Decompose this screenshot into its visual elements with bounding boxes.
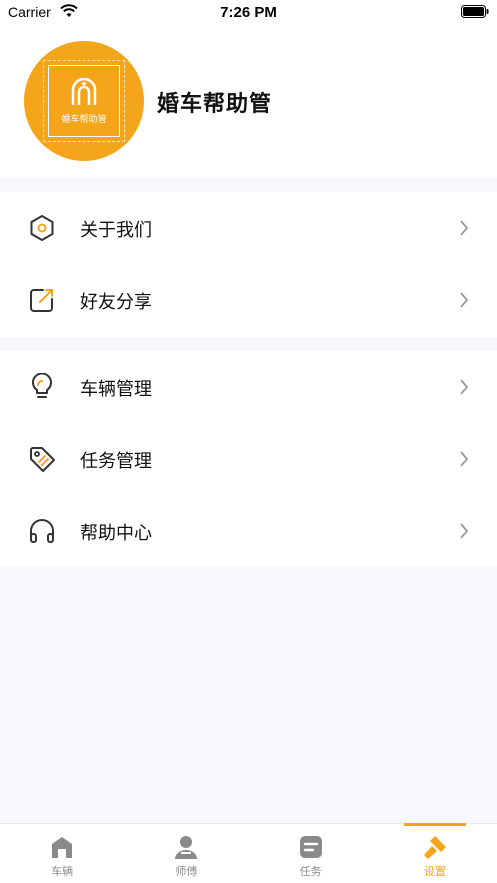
status-time: 7:26 PM — [220, 4, 277, 21]
chevron-right-icon — [460, 292, 469, 308]
home-icon — [52, 837, 73, 858]
tab-label: 任务 — [299, 865, 322, 878]
tab-drivers[interactable]: 师傅 — [124, 824, 248, 883]
menu-item-label: 关于我们 — [80, 220, 152, 241]
app-logo: 婚车帮助管 — [43, 60, 125, 142]
profile-header: 婚车帮助管 婚车帮助管 — [0, 26, 497, 178]
avatar[interactable]: 婚车帮助管 — [24, 41, 144, 161]
app-name: 婚车帮助管 — [157, 92, 273, 117]
lightbulb-icon — [32, 373, 52, 398]
tab-label: 设置 — [423, 865, 446, 878]
tab-settings[interactable]: 设置 — [373, 823, 497, 883]
menu-item-label: 帮助中心 — [80, 523, 152, 544]
task-icon — [299, 836, 322, 858]
tab-bar: 车辆 师傅 任务 设置 — [0, 823, 497, 883]
menu-group-about: 关于我们 好友分享 — [0, 192, 497, 337]
share-icon — [30, 289, 53, 312]
menu-item-label: 任务管理 — [80, 451, 152, 472]
headphones-icon — [30, 519, 54, 543]
person-icon — [175, 836, 198, 859]
hammer-icon — [423, 836, 446, 859]
tab-label: 师傅 — [175, 865, 198, 878]
chevron-right-icon — [460, 220, 469, 236]
tab-tasks[interactable]: 任务 — [249, 824, 373, 883]
menu-item-label: 车辆管理 — [80, 379, 152, 400]
menu-item-vehicle-management[interactable]: 车辆管理 — [0, 351, 497, 423]
menu-item-share-friends[interactable]: 好友分享 — [0, 264, 497, 336]
tab-label: 车辆 — [51, 865, 74, 878]
tag-icon — [30, 447, 55, 472]
chevron-right-icon — [460, 379, 469, 395]
status-bar: Carrier 7:26 PM — [0, 0, 497, 26]
chevron-right-icon — [460, 523, 469, 539]
menu-item-help-center[interactable]: 帮助中心 — [0, 495, 497, 567]
battery-icon — [461, 5, 489, 18]
hexagon-icon — [30, 215, 54, 241]
menu-item-task-management[interactable]: 任务管理 — [0, 423, 497, 495]
logo-text: 婚车帮助管 — [61, 114, 107, 125]
menu-item-label: 好友分享 — [80, 292, 152, 313]
arch-icon — [71, 77, 97, 105]
chevron-right-icon — [460, 451, 469, 467]
menu-item-about-us[interactable]: 关于我们 — [0, 192, 497, 264]
menu-group-management: 车辆管理 任务管理 帮助中心 — [0, 351, 497, 566]
tab-vehicles[interactable]: 车辆 — [0, 824, 124, 883]
